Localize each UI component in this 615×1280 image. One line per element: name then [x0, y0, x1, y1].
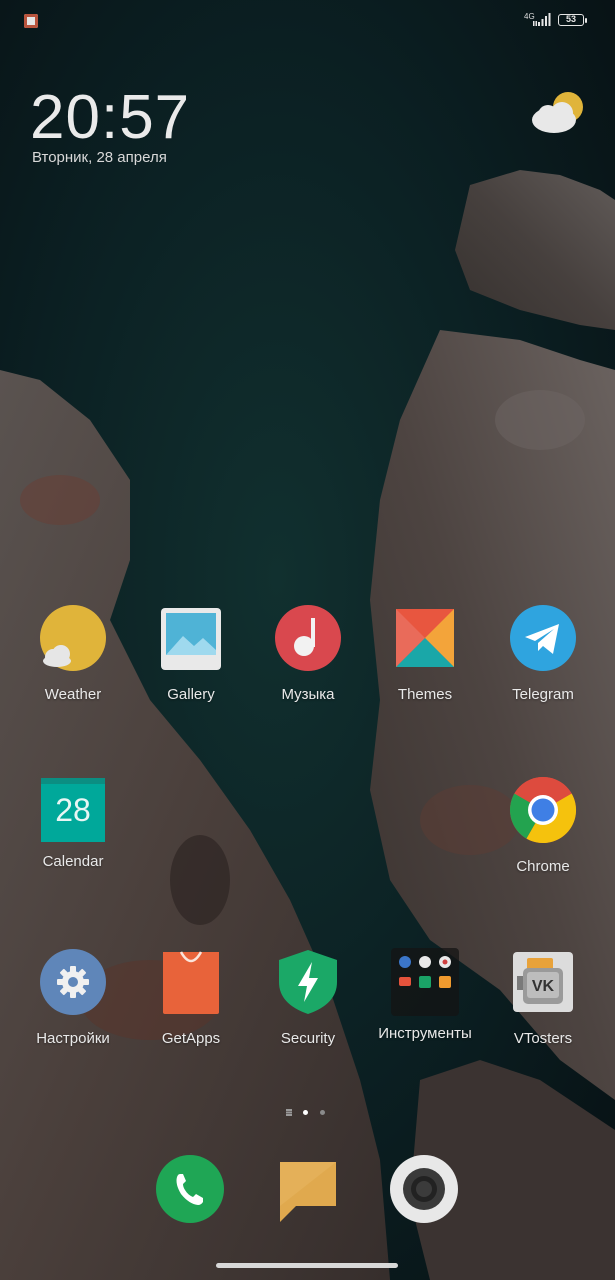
- app-security[interactable]: Security: [248, 948, 368, 1049]
- music-icon: [275, 605, 341, 671]
- page-dot: [320, 1110, 325, 1115]
- app-music[interactable]: Музыка: [248, 604, 368, 705]
- telegram-icon: [510, 605, 576, 671]
- status-bar: 4G 53: [0, 0, 615, 40]
- app-label: Gallery: [167, 686, 215, 703]
- folder-icon: [391, 948, 459, 1016]
- app-settings[interactable]: Настройки: [13, 948, 133, 1049]
- app-label: Chrome: [516, 858, 570, 875]
- app-label: Инструменты: [378, 1025, 472, 1042]
- phone-icon[interactable]: [155, 1154, 225, 1224]
- app-telegram[interactable]: Telegram: [483, 604, 603, 705]
- shopping-bag-icon: [163, 951, 219, 1014]
- app-getapps[interactable]: GetApps: [131, 948, 251, 1049]
- app-label: Security: [280, 1030, 336, 1047]
- folder-preview-icons: [399, 956, 451, 988]
- app-label: GetApps: [161, 1030, 221, 1047]
- app-gallery[interactable]: Gallery: [131, 604, 251, 705]
- vtosters-toaster-icon: VK: [513, 952, 573, 1012]
- settings-gear-icon: [40, 949, 106, 1015]
- app-vtosters[interactable]: VK VTosters: [483, 948, 603, 1049]
- gesture-navigation-bar[interactable]: [216, 1263, 398, 1268]
- shield-lightning-icon: [279, 950, 337, 1014]
- app-label: Weather: [44, 686, 102, 703]
- signal-icon: [533, 13, 551, 26]
- camera-icon[interactable]: [389, 1154, 459, 1224]
- app-label: VTosters: [513, 1030, 573, 1047]
- calendar-day: 28: [55, 792, 91, 828]
- battery-icon: 53: [558, 14, 587, 26]
- app-label: Музыка: [281, 686, 335, 703]
- clock-date[interactable]: Вторник, 28 апреля: [32, 149, 167, 166]
- messages-icon[interactable]: [272, 1154, 342, 1224]
- weather-widget-icon[interactable]: [530, 90, 588, 136]
- app-label: Themes: [397, 686, 453, 703]
- clock-time[interactable]: 20:57: [30, 82, 190, 153]
- calendar-icon: 28: [41, 778, 105, 842]
- notification-app-icon: [24, 14, 38, 28]
- weather-icon: [40, 605, 106, 671]
- gallery-icon: [161, 608, 221, 670]
- app-label: Telegram: [512, 686, 574, 703]
- app-label: Настройки: [36, 1030, 110, 1047]
- app-weather[interactable]: Weather: [13, 604, 133, 705]
- app-label: Calendar: [42, 853, 104, 870]
- themes-icon: [396, 609, 454, 667]
- page-dot-list: [286, 1109, 292, 1111]
- app-themes[interactable]: Themes: [365, 604, 485, 705]
- page-dot-active: [303, 1110, 308, 1115]
- page-indicator[interactable]: [286, 1108, 330, 1118]
- svg-text:VK: VK: [532, 978, 555, 995]
- app-chrome[interactable]: Chrome: [483, 776, 603, 877]
- folder-tools[interactable]: Инструменты: [365, 948, 485, 1044]
- app-calendar[interactable]: 28 Calendar: [13, 776, 133, 872]
- chrome-icon: [509, 776, 577, 844]
